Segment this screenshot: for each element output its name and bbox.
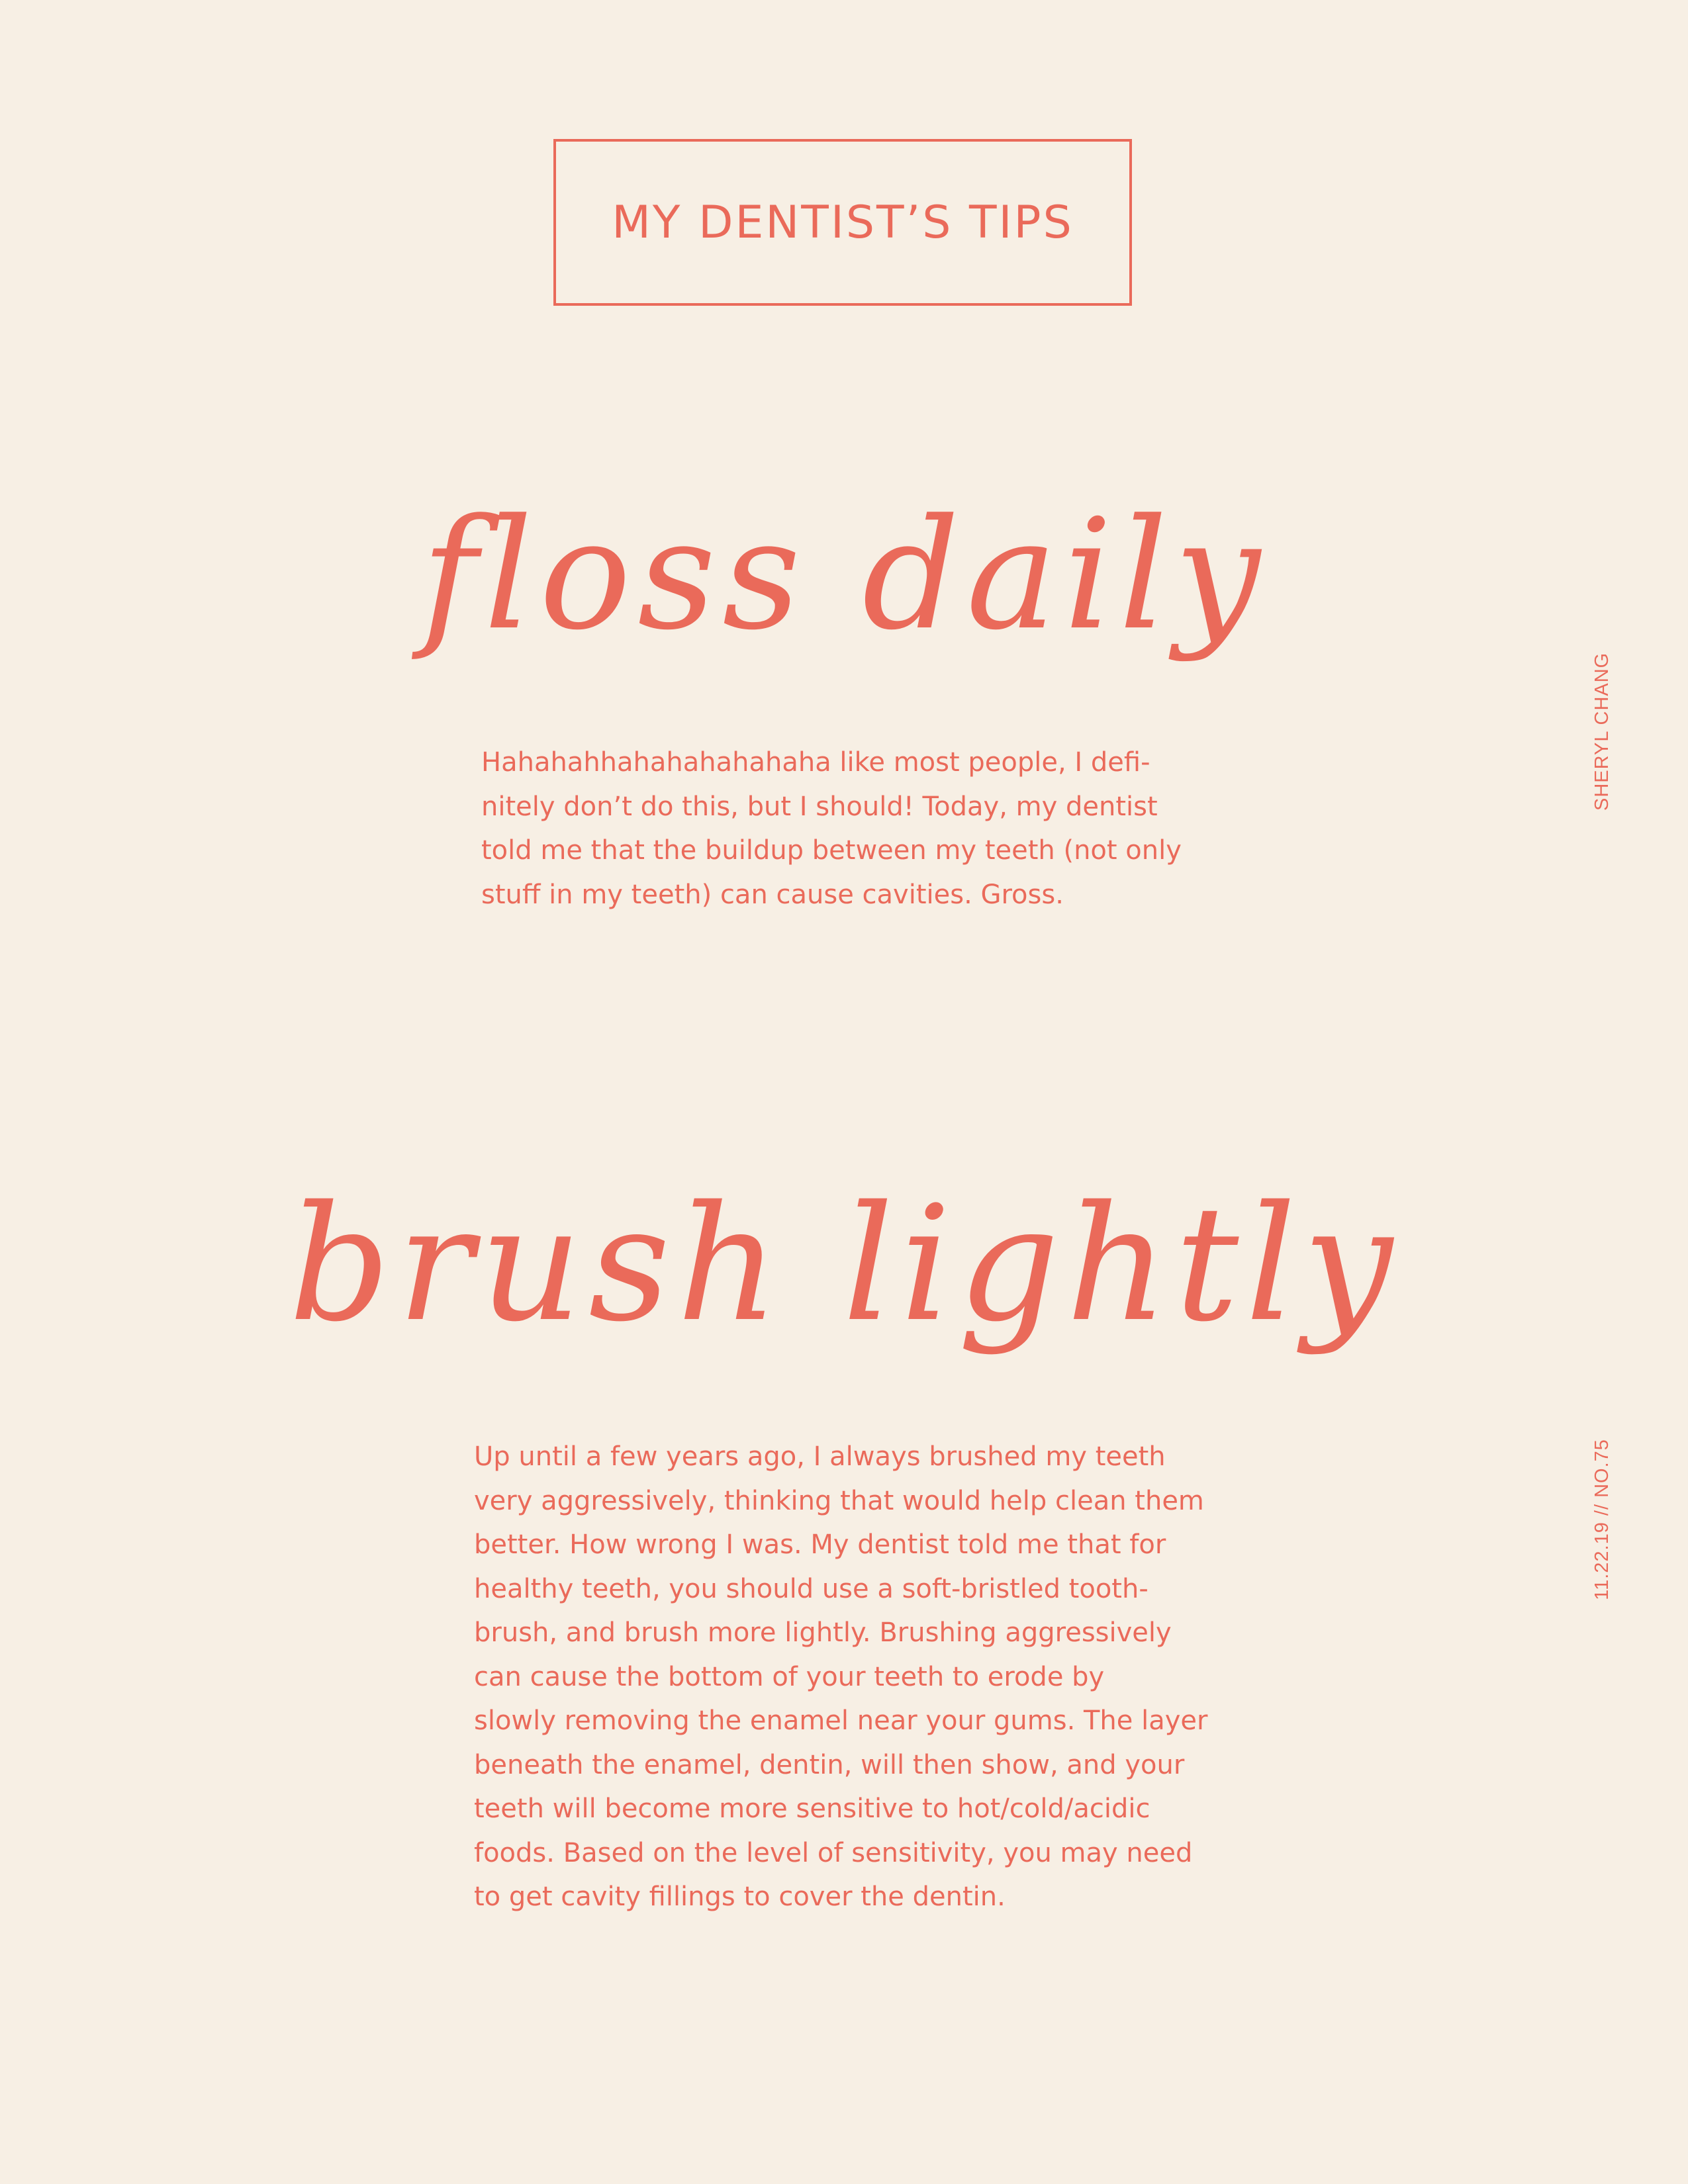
body-line: very aggressively, thinking that would h… bbox=[474, 1485, 1204, 1516]
body-line: slowly removing the enamel near your gum… bbox=[474, 1706, 1208, 1736]
section-heading-floss: floss daily bbox=[421, 487, 1267, 664]
body-line: to get cavity fillings to cover the dent… bbox=[474, 1882, 1006, 1912]
section-body-floss: Hahahahhahahahahahaha like most people, … bbox=[481, 741, 1236, 917]
body-line: nitely don’t do this, but I should! Toda… bbox=[481, 791, 1158, 822]
body-line: brush, and brush more lightly. Brushing … bbox=[474, 1617, 1172, 1648]
section-body-brush: Up until a few years ago, I always brush… bbox=[474, 1435, 1235, 1919]
page-title: MY DENTIST’S TIPS bbox=[612, 196, 1074, 249]
body-line: healthy teeth, you should use a soft-bri… bbox=[474, 1573, 1149, 1604]
body-line: teeth will become more sensitive to hot/… bbox=[474, 1794, 1150, 1824]
body-line: Up until a few years ago, I always brush… bbox=[474, 1441, 1166, 1472]
body-line: beneath the enamel, dentin, will then sh… bbox=[474, 1749, 1185, 1780]
body-line: told me that the buildup between my teet… bbox=[481, 835, 1182, 866]
page: MY DENTIST’S TIPS floss daily Hahahahhah… bbox=[0, 0, 1688, 2184]
body-line: Hahahahhahahahahahaha like most people, … bbox=[481, 747, 1150, 778]
title-box: MY DENTIST’S TIPS bbox=[553, 139, 1132, 306]
body-line: better. How wrong I was. My dentist told… bbox=[474, 1529, 1166, 1560]
issue-date-number: 11.22.19 // NO.75 bbox=[1591, 1439, 1613, 1600]
body-line: stuff in my teeth) can cause cavities. G… bbox=[481, 879, 1064, 910]
section-heading-brush: brush lightly bbox=[289, 1171, 1399, 1357]
body-line: can cause the bottom of your teeth to er… bbox=[474, 1661, 1105, 1692]
author-name: SHERYL CHANG bbox=[1591, 652, 1613, 811]
body-line: foods. Based on the level of sensitivity… bbox=[474, 1837, 1193, 1868]
